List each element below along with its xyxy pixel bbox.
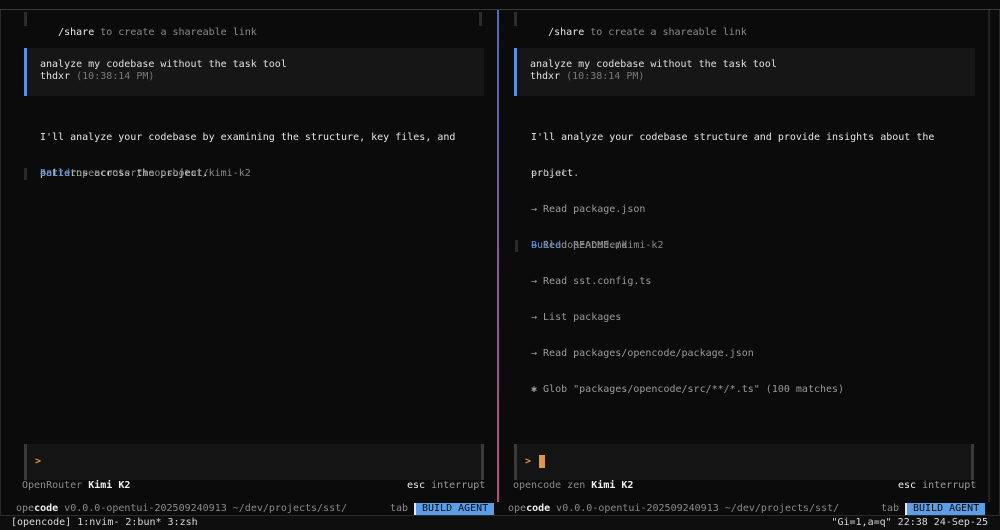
share-command: /share	[58, 27, 95, 38]
build-footer: Build opencode/kimi-k2	[515, 240, 663, 252]
user-message-text: analyze my codebase without the task too…	[40, 59, 287, 70]
build-model: opencode/kimi-k2	[567, 240, 664, 251]
prompt-caret: >	[525, 456, 532, 467]
brand-prefix: ope	[16, 503, 35, 514]
provider-name: OpenRouter	[22, 480, 83, 491]
user-name: thdxr	[40, 71, 71, 82]
agent-badge[interactable]: BUILD AGENT	[905, 503, 986, 515]
provider-info: opencode zen Kimi K2	[513, 480, 633, 492]
prompt-input[interactable]: >	[24, 444, 484, 480]
share-bar	[514, 12, 517, 26]
brand-prefix: ope	[508, 503, 527, 514]
user-message: analyze my codebase without the task too…	[514, 48, 975, 96]
share-bar	[24, 12, 27, 26]
share-hint: /share to create a shareable link	[514, 12, 984, 38]
esc-key: esc	[407, 480, 426, 491]
brand-suffix: code	[34, 503, 59, 514]
message-time: (10:38:14 PM)	[566, 71, 645, 82]
esc-hint: esc interrupt	[407, 480, 485, 492]
user-message: analyze my codebase without the task too…	[24, 48, 484, 96]
status-line: opecode v0.0.0-opentui-202509240913 ~/de…	[508, 503, 839, 515]
prompt-caret: >	[35, 456, 42, 467]
tool-call: → List packages	[531, 312, 622, 323]
user-message-meta: thdxr (10:38:14 PM)	[530, 71, 975, 83]
esc-hint: esc interrupt	[898, 480, 976, 492]
build-label: Build	[40, 168, 71, 179]
tmux-windows[interactable]: [opencode] 1:nvim- 2:bun* 3:zsh	[11, 517, 198, 529]
response-line: I'll analyze your codebase by examining …	[40, 132, 456, 143]
tool-call: → Read packages/opencode/package.json	[531, 348, 754, 359]
window-right-edge	[988, 10, 990, 502]
build-model: openrouter/moonshotai/kimi-k2	[76, 168, 251, 179]
share-hint: /share to create a shareable link	[24, 12, 494, 38]
share-command: /share	[548, 27, 585, 38]
esc-key: esc	[898, 480, 917, 491]
esc-action: interrupt	[922, 480, 977, 491]
user-message-meta: thdxr (10:38:14 PM)	[40, 71, 484, 83]
share-hint-text: to create a shareable link	[584, 27, 747, 38]
tab-hint: tab	[390, 503, 409, 514]
tab-hint: tab	[881, 503, 900, 514]
prompt-input[interactable]: >	[514, 444, 974, 480]
build-label: Build	[531, 240, 562, 251]
tmux-status-bar: [opencode] 1:nvim- 2:bun* 3:zsh "Gi=1,a=…	[0, 515, 1000, 530]
esc-action: interrupt	[431, 480, 486, 491]
model-name: Kimi K2	[591, 480, 634, 491]
status-line: opecode v0.0.0-opentui-202509240913 ~/de…	[16, 503, 347, 515]
provider-name: opencode zen	[513, 480, 586, 491]
right-pane[interactable]: /share to create a shareable link analyz…	[502, 0, 988, 515]
brand-suffix: code	[526, 503, 551, 514]
message-time: (10:38:14 PM)	[76, 71, 155, 82]
left-pane[interactable]: /share to create a shareable link analyz…	[12, 0, 496, 515]
provider-info: OpenRouter Kimi K2	[22, 480, 130, 492]
response-line: I'll analyze your codebase structure and…	[531, 132, 935, 143]
user-name: thdxr	[530, 71, 561, 82]
agent-badge[interactable]: BUILD AGENT	[414, 503, 495, 515]
tool-call: ✱ Glob "packages/opencode/src/**/*.ts" (…	[531, 384, 845, 395]
model-name: Kimi K2	[88, 480, 131, 491]
tool-call: → Read package.json	[531, 204, 646, 215]
pane-divider[interactable]	[497, 10, 499, 502]
share-hint-text: to create a shareable link	[94, 27, 257, 38]
tmux-clock: "Gi=1,a=q" 22:38 24-Sep-25	[831, 517, 988, 528]
build-footer: Build openrouter/moonshotai/kimi-k2	[24, 168, 251, 180]
tool-calls: → List . → Read package.json → Read READ…	[531, 144, 844, 420]
share-bar-right	[479, 12, 482, 26]
tool-call: → List .	[531, 168, 580, 179]
version-path: v0.0.0-opentui-202509240913 ~/dev/projec…	[550, 503, 840, 514]
user-message-text: analyze my codebase without the task too…	[530, 59, 777, 70]
version-path: v0.0.0-opentui-202509240913 ~/dev/projec…	[58, 503, 348, 514]
assistant-response: I'll analyze your codebase by examining …	[40, 108, 455, 204]
tool-call: → Read sst.config.ts	[531, 276, 652, 287]
text-cursor	[539, 455, 545, 468]
